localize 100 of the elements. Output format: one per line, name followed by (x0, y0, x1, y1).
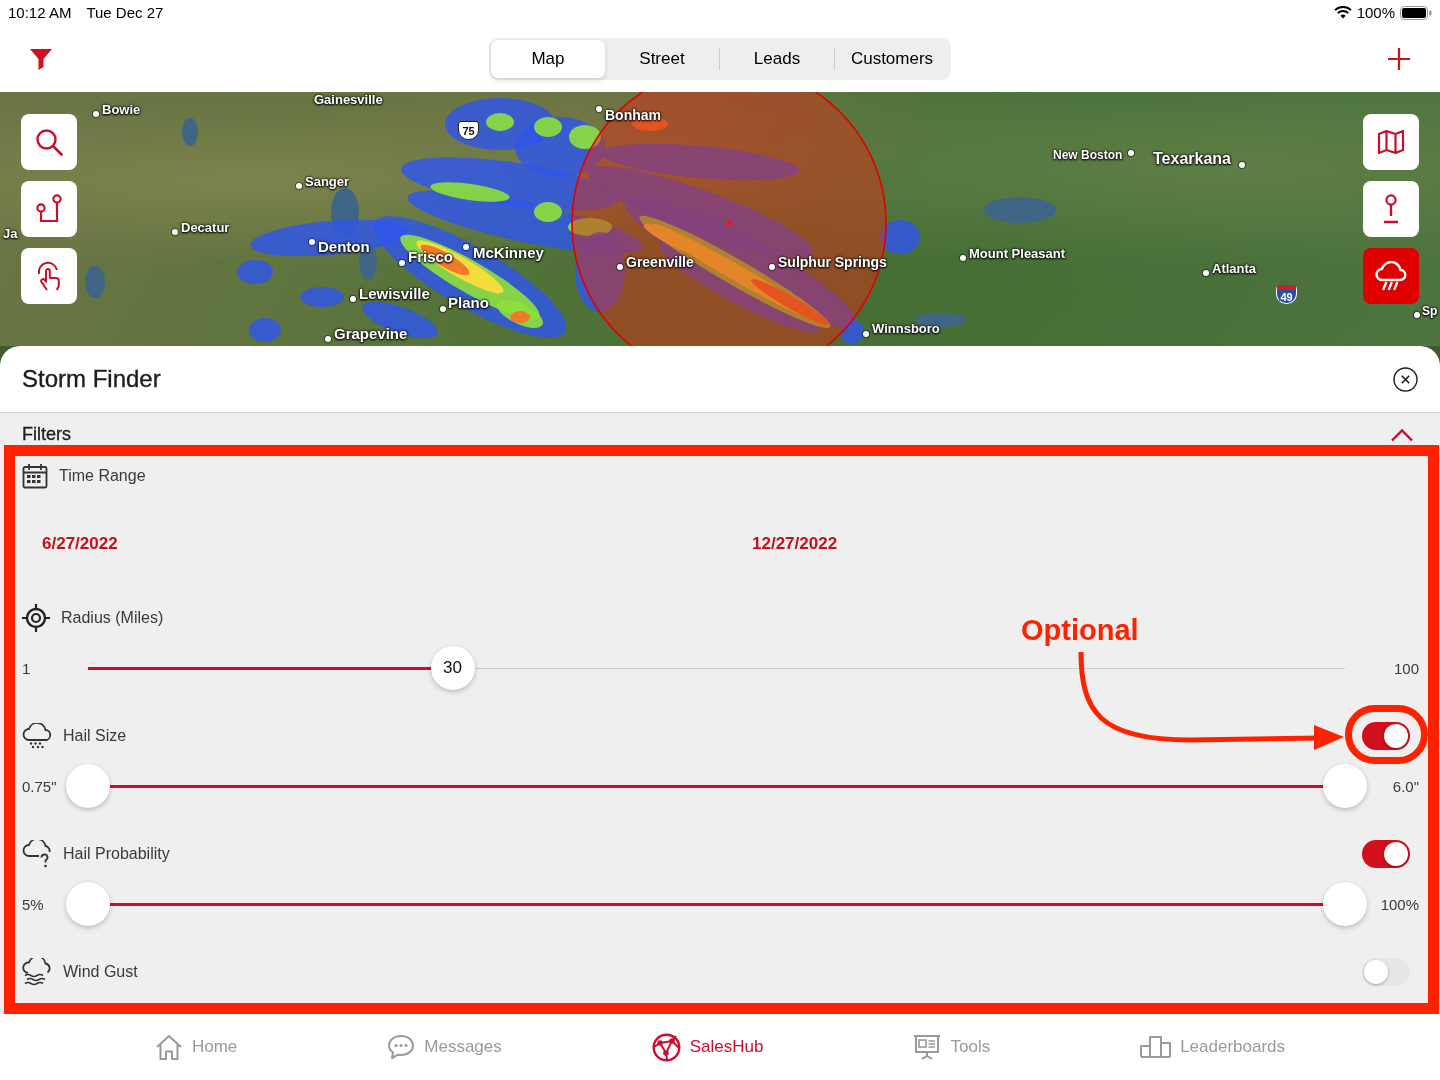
search-icon (35, 128, 63, 156)
slider-min-label: 0.75" (22, 777, 58, 795)
route-pins-icon (35, 194, 63, 224)
battery-percent: 100% (1356, 4, 1395, 21)
map-tool-button[interactable] (1363, 181, 1419, 237)
toggle-switch[interactable] (1362, 722, 1410, 750)
slider-thumb[interactable] (1323, 882, 1367, 926)
slider-thumb[interactable] (1323, 764, 1367, 808)
slider-track[interactable] (66, 882, 1367, 926)
segment-tab[interactable]: Map (491, 40, 605, 78)
city-label: Ja (3, 226, 18, 242)
slider-track[interactable]: 30 (66, 646, 1367, 690)
podium-icon (1140, 1036, 1172, 1058)
route-button[interactable] (21, 181, 77, 237)
hail-swath (880, 220, 920, 254)
network-globe-icon (651, 1032, 681, 1062)
city-dot-icon (325, 336, 331, 342)
search-button[interactable] (21, 114, 77, 170)
city-label: Atlanta (1212, 261, 1257, 277)
slider-max-label: 100% (1379, 895, 1419, 913)
city-dot-icon (1239, 162, 1245, 168)
city-dot-icon (596, 106, 602, 112)
wind-cloud-icon (22, 958, 52, 986)
city-label: Gainesville (314, 92, 383, 108)
city-label: Bowie (102, 102, 141, 118)
filter-label: Radius (Miles) (61, 609, 164, 627)
chevron-icon[interactable] (1390, 428, 1414, 442)
city-dot-icon (1128, 150, 1134, 156)
presentation-board-icon (913, 1034, 942, 1060)
tab-bar-item[interactable]: SalesHub (651, 1032, 764, 1062)
wifi-icon (1333, 6, 1352, 19)
pin-icon (1382, 194, 1400, 224)
filter-label: Hail Size (63, 727, 127, 745)
slider-max-label: 6.0" (1391, 777, 1419, 795)
city-dot-icon (1203, 270, 1209, 276)
lake (984, 197, 1056, 223)
city-dot-icon (960, 255, 966, 261)
status-time: 10:12 AM (8, 4, 72, 21)
city-label: Sp (1422, 303, 1438, 319)
city-label: Bonham (605, 106, 661, 124)
slider-min-label: 5% (22, 895, 45, 913)
city-label: Denton (318, 238, 370, 256)
folded-map-icon (1377, 129, 1405, 155)
start-date[interactable]: 6/27/2022 (42, 534, 752, 554)
section-title: Filters (22, 423, 71, 445)
city-dot-icon (863, 331, 869, 337)
city-label: Lewisville (359, 285, 430, 303)
slider-min-label: 1 (22, 659, 32, 677)
panel-title: Storm Finder (22, 365, 161, 393)
city-dot-icon (350, 296, 356, 302)
hail-cloud-icon (22, 723, 52, 749)
city-dot-icon (309, 239, 315, 245)
city-label: Sanger (305, 174, 350, 190)
city-label: Winnsboro (872, 321, 940, 337)
city-dot-icon (1414, 312, 1420, 318)
highway-shield: 49 (1276, 285, 1297, 304)
filter-icon[interactable] (29, 46, 53, 71)
end-date[interactable]: 12/27/2022 (752, 534, 838, 554)
close-icon[interactable] (1393, 366, 1418, 392)
city-label: Sulphur Springs (778, 253, 887, 271)
tap-button[interactable] (21, 248, 77, 304)
city-label: Greenville (626, 253, 694, 271)
toggle-switch[interactable] (1362, 840, 1410, 868)
status-date: Tue Dec 27 (86, 4, 164, 21)
segment-tab[interactable]: Street (605, 40, 719, 78)
city-dot-icon (463, 244, 469, 250)
city-dot-icon (440, 306, 446, 312)
city-dot-icon (296, 183, 302, 189)
battery-icon (1400, 5, 1432, 20)
target-icon (22, 604, 50, 632)
city-dot-icon (93, 111, 99, 117)
slider-thumb[interactable] (66, 882, 110, 926)
lake (85, 266, 105, 298)
slider-max-label: 100 (1392, 659, 1419, 677)
slider-track[interactable] (66, 764, 1367, 808)
chat-bubble-icon (387, 1034, 416, 1060)
city-label: Decatur (181, 220, 230, 236)
city-label: Mount Pleasant (969, 246, 1066, 262)
city-dot-icon (172, 229, 178, 235)
home-icon (154, 1034, 183, 1060)
city-label: Grapevine (334, 325, 408, 343)
filter-label: Time Range (59, 467, 146, 485)
slider-thumb[interactable] (66, 764, 110, 808)
filter-label: Wind Gust (63, 963, 138, 981)
map-tool-button[interactable] (1363, 248, 1419, 304)
segment-tab[interactable]: Customers (834, 48, 949, 70)
filter-label: Hail Probability (63, 845, 170, 863)
lake (182, 118, 198, 146)
hail-swath (300, 287, 344, 307)
city-dot-icon (769, 264, 775, 270)
city-label: Texarkana (1153, 148, 1231, 168)
toggle-switch[interactable] (1362, 958, 1410, 986)
city-dot-icon (399, 260, 405, 266)
segment-tab[interactable]: Leads (719, 48, 834, 70)
map-tool-button[interactable] (1363, 114, 1419, 170)
hail-swath (249, 318, 281, 342)
slider-thumb[interactable]: 30 (430, 646, 475, 690)
plus-icon[interactable] (1387, 46, 1411, 71)
calendar-icon (22, 463, 48, 489)
center-point-icon (726, 220, 732, 226)
